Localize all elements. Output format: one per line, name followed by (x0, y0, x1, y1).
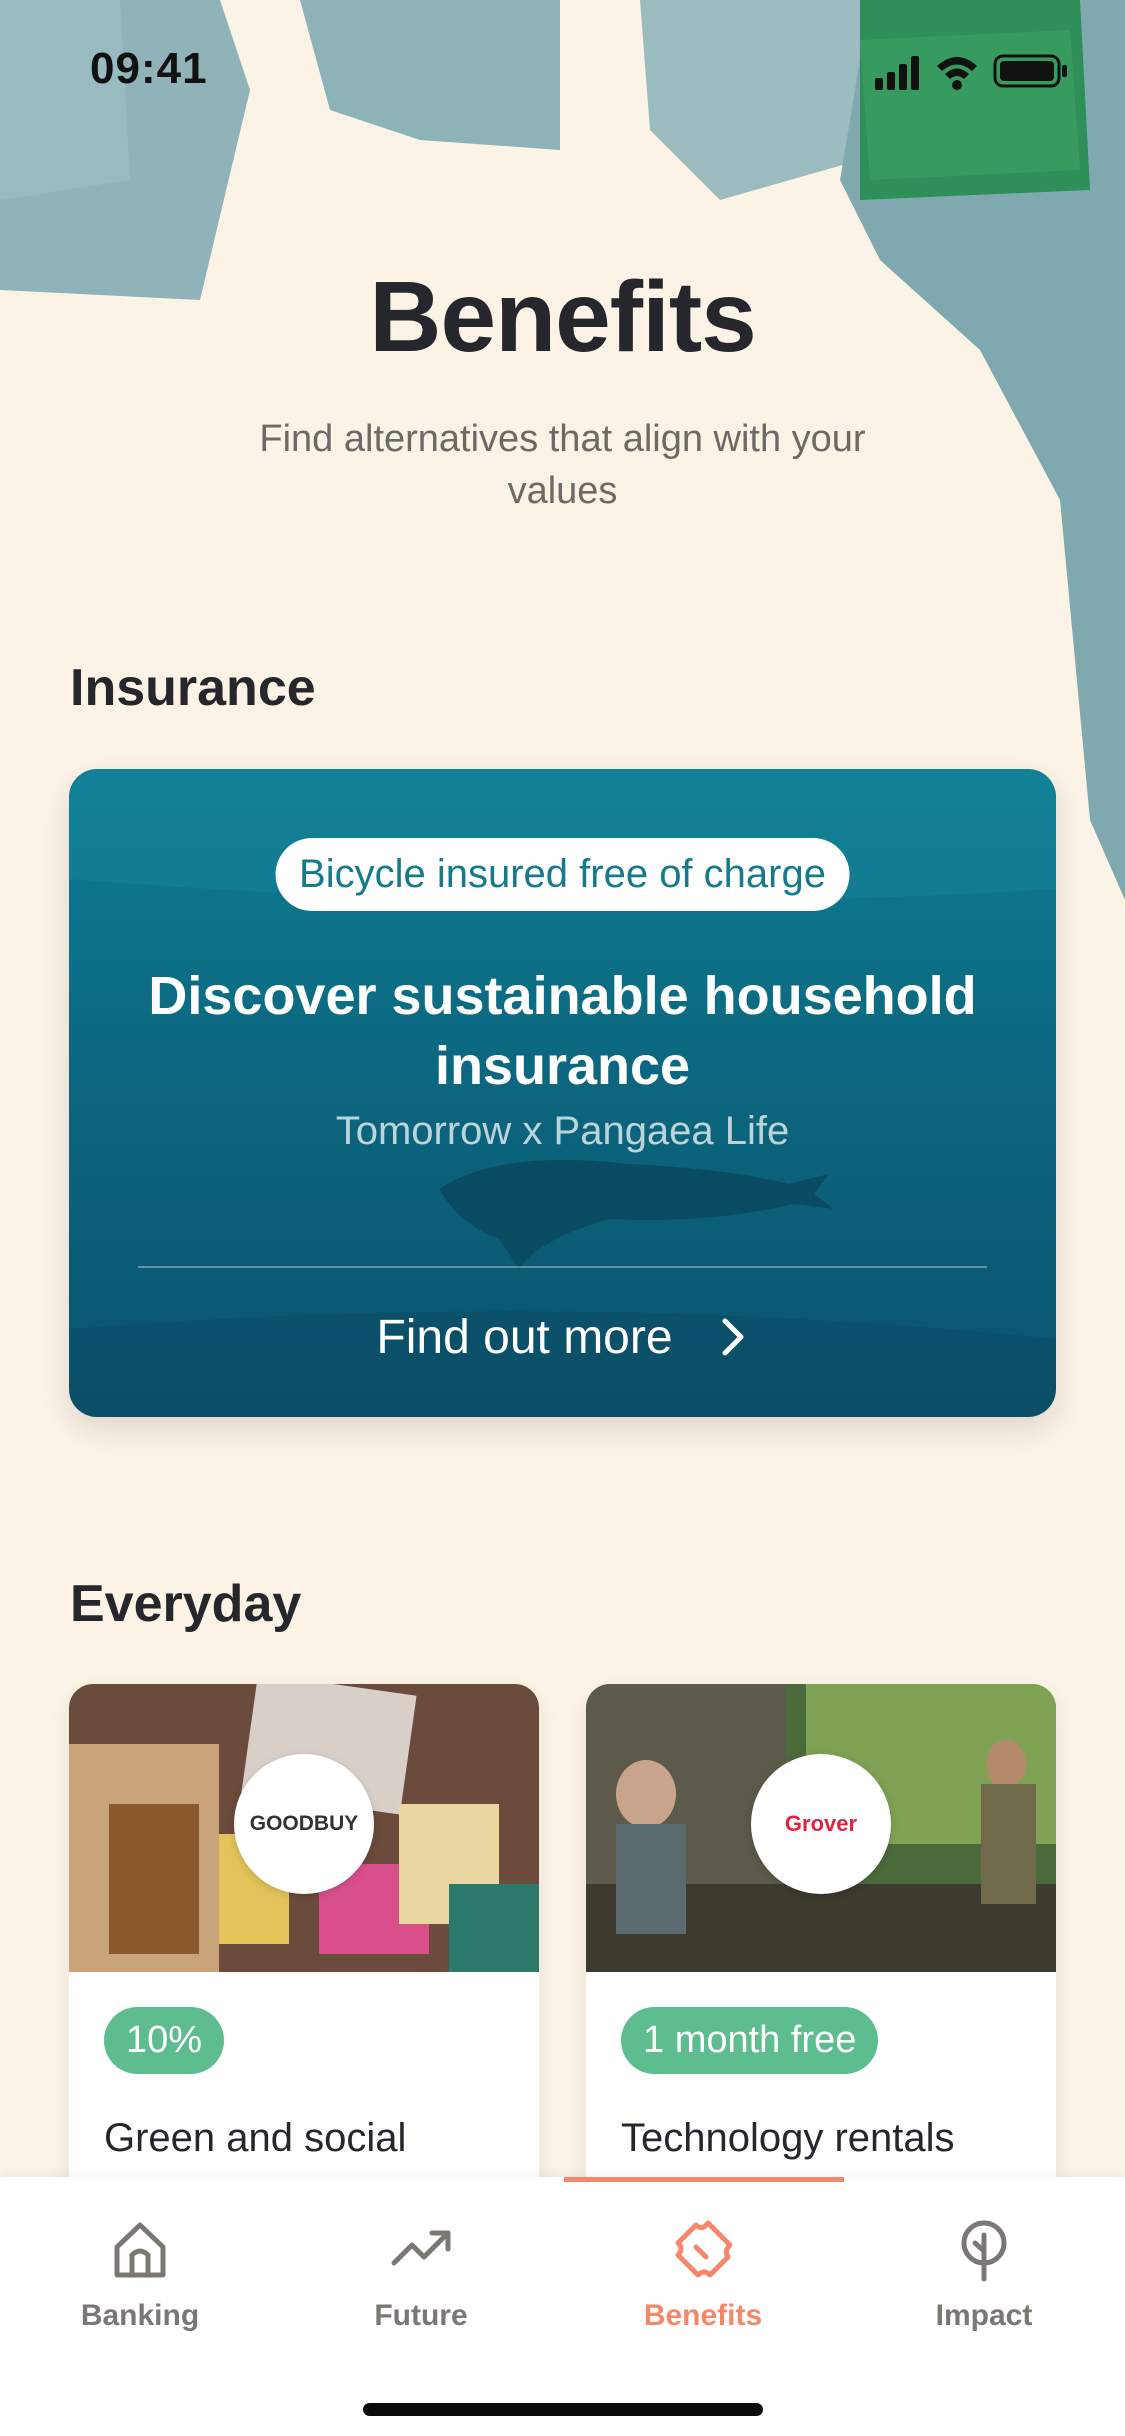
offer-tag: 1 month free (621, 2007, 879, 2074)
insurance-partner: Tomorrow x Pangaea Life (335, 1109, 790, 1153)
tab-label: Impact (935, 2299, 1033, 2332)
section-title-everyday: Everyday (70, 1575, 302, 1633)
trend-up-icon (391, 2230, 451, 2266)
tab-banking[interactable]: Banking (40, 2217, 240, 2333)
page-header: Benefits Find alternatives that align wi… (0, 260, 1125, 517)
offer-card-grover[interactable]: Grover 1 month free Technology rentals (586, 1684, 1056, 2224)
battery-icon (993, 54, 1067, 88)
status-icons (875, 54, 1067, 90)
tab-label: Future (374, 2299, 468, 2332)
card-divider (138, 1266, 987, 1268)
active-tab-indicator (564, 2177, 844, 2182)
offer-label: Technology rentals (621, 2116, 955, 2160)
section-title-insurance: Insurance (70, 659, 316, 717)
home-indicator[interactable] (363, 2403, 763, 2416)
goodbuy-logo: GOODBUY (234, 1754, 374, 1894)
tab-label: Benefits (643, 2299, 763, 2332)
tab-future[interactable]: Future (321, 2217, 521, 2333)
home-icon (114, 2222, 166, 2278)
insurance-card[interactable]: Bicycle insured free of charge Discover … (69, 769, 1056, 1417)
tab-benefits[interactable]: Benefits (603, 2217, 803, 2333)
tab-impact[interactable]: Impact (884, 2217, 1084, 2333)
grover-logo: Grover (751, 1754, 891, 1894)
page-title: Benefits (369, 261, 757, 373)
find-out-more-button[interactable]: Find out more (69, 1307, 1056, 1367)
chevron-right-icon (722, 1318, 744, 1356)
page-subtitle: Find alternatives that align with your v… (259, 418, 866, 512)
tab-bar: Banking Future Benefits Impact (0, 2177, 1125, 2436)
status-time: 09:41 (90, 44, 208, 93)
insurance-badge: Bicycle insured free of charge (275, 838, 850, 911)
tab-label: Banking (80, 2299, 200, 2332)
ticket-icon (675, 2220, 733, 2278)
offer-tag: 10% (104, 2007, 225, 2074)
status-bar: 09:41 (0, 0, 1125, 140)
wifi-icon (937, 57, 977, 90)
tree-icon (961, 2220, 1007, 2282)
insurance-card-title: Discover sustainable household insurance (148, 966, 977, 1096)
offer-card-goodbuy[interactable]: GOODBUY 10% Green and social products (69, 1684, 539, 2224)
find-out-more-label: Find out more (376, 1310, 673, 1364)
signal-icon (875, 56, 919, 90)
